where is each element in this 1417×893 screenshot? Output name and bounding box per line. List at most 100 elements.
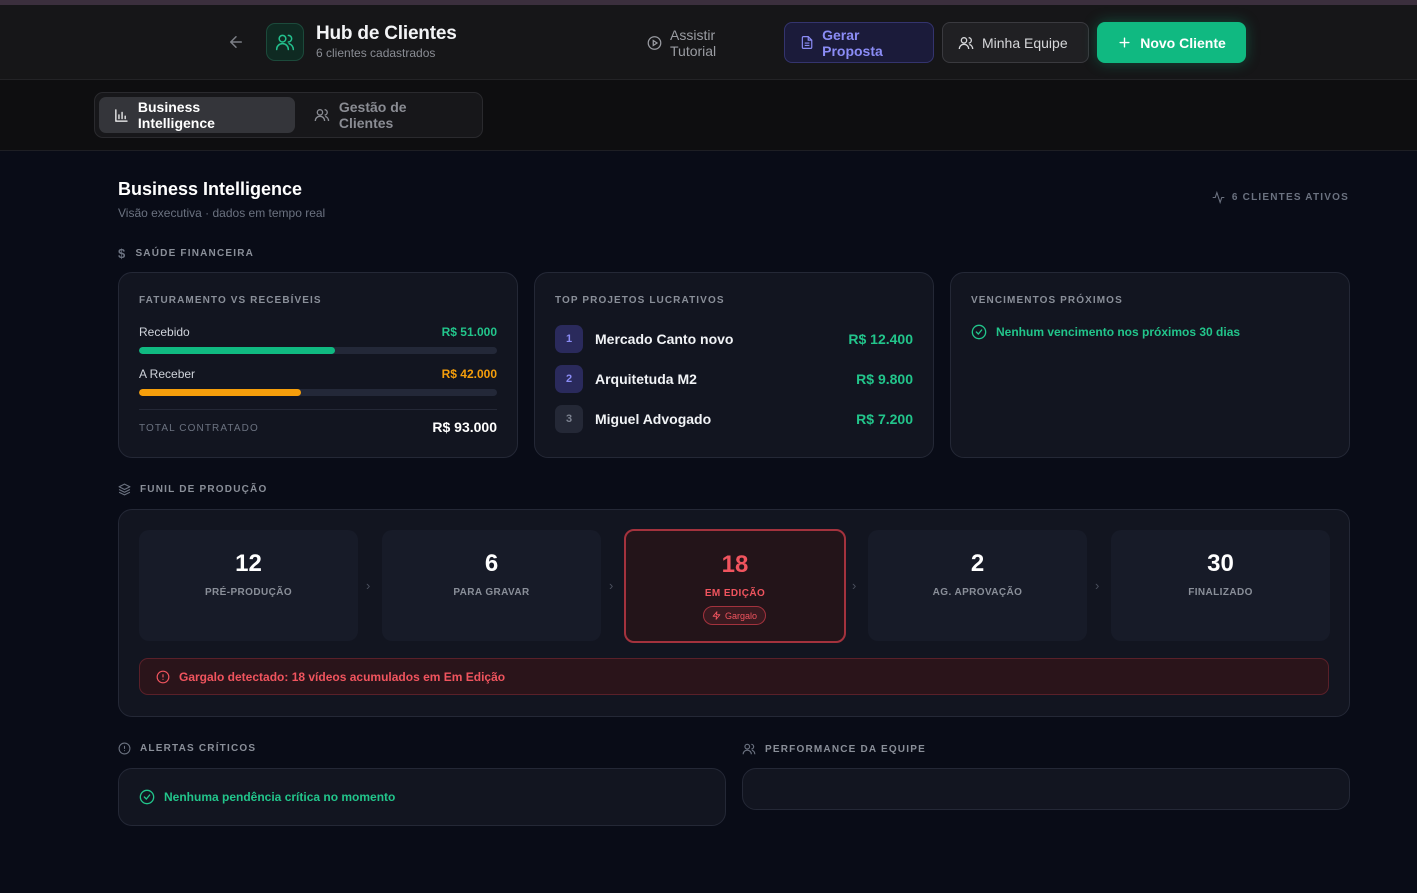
- project-value: R$ 7.200: [856, 411, 913, 427]
- tab-bar: Business Intelligence Gestão de Clientes: [0, 80, 1417, 151]
- stage-label: PRÉ-PRODUÇÃO: [204, 587, 293, 598]
- bottleneck-alert-text: Gargalo detectado: 18 vídeos acumulados …: [179, 669, 506, 684]
- received-label: Recebido: [139, 325, 190, 339]
- page-subtitle: 6 clientes cadastrados: [316, 46, 436, 60]
- stage-count: 2: [970, 550, 985, 577]
- rank-badge: 3: [555, 405, 583, 433]
- stage-count: 6: [484, 550, 499, 577]
- funnel-stage-finished[interactable]: 30 FINALIZADO: [1111, 530, 1330, 641]
- new-client-label: Novo Cliente: [1140, 34, 1226, 51]
- section-title: Business Intelligence: [118, 179, 303, 199]
- active-clients-label: 6 CLIENTES ATIVOS: [1231, 192, 1349, 203]
- stage-count: 12: [235, 550, 262, 577]
- production-funnel-label: FUNIL DE PRODUÇÃO: [140, 484, 268, 495]
- funnel-stage-to-record[interactable]: 6 PARA GRAVAR: [382, 530, 601, 641]
- section-subtitle: Visão executiva · dados em tempo real: [118, 206, 326, 220]
- tab-business-intelligence[interactable]: Business Intelligence: [99, 97, 295, 133]
- team-performance-label: PERFORMANCE DA EQUIPE: [765, 743, 926, 755]
- stage-count: 30: [1207, 550, 1234, 577]
- project-value: R$ 9.800: [856, 371, 913, 387]
- chevron-right-icon: ›: [609, 578, 614, 593]
- stage-label: EM EDIÇÃO: [704, 588, 766, 599]
- no-due-text: Nenhum vencimento nos próximos 30 dias: [996, 325, 1241, 339]
- list-item[interactable]: 1 Mercado Canto novo R$ 12.400: [555, 325, 913, 353]
- tab-business-intelligence-label: Business Intelligence: [137, 99, 215, 131]
- no-critical-text: Nenhuma pendência crítica no momento: [164, 790, 396, 804]
- chevron-right-icon: ›: [852, 578, 857, 593]
- financial-health-label: SAÚDE FINANCEIRA: [135, 248, 255, 259]
- check-circle-icon: [139, 789, 155, 805]
- top-projects-card: TOP PROJETOS LUCRATIVOS 1 Mercado Canto …: [534, 272, 934, 458]
- list-item[interactable]: 2 Arquitetuda M2 R$ 9.800: [555, 365, 913, 393]
- received-value: R$ 51.000: [441, 325, 497, 339]
- project-name: Mercado Canto novo: [595, 331, 734, 347]
- alert-circle-icon: [118, 742, 131, 755]
- tab-client-management-label: Gestão de Clientes: [338, 99, 407, 131]
- receivable-label: A Receber: [139, 367, 196, 381]
- total-contracted-value: R$ 93.000: [432, 419, 497, 435]
- received-bar-track: [139, 347, 497, 354]
- billing-card-title: FATURAMENTO VS RECEBÍVEIS: [139, 295, 322, 306]
- production-funnel-card: 12 PRÉ-PRODUÇÃO › 6 PARA GRAVAR › 18 EM …: [118, 509, 1350, 717]
- tab-client-management[interactable]: Gestão de Clientes: [299, 97, 479, 133]
- zap-icon: [712, 611, 721, 620]
- no-due-message: Nenhum vencimento nos próximos 30 dias: [971, 324, 1240, 340]
- list-item[interactable]: 3 Miguel Advogado R$ 7.200: [555, 405, 913, 433]
- team-performance-heading: PERFORMANCE DA EQUIPE: [742, 742, 926, 756]
- funnel-stage-pre-production[interactable]: 12 PRÉ-PRODUÇÃO: [139, 530, 358, 641]
- funnel-stage-editing[interactable]: 18 EM EDIÇÃO Gargalo: [624, 529, 846, 643]
- critical-alerts-heading: ALERTAS CRÍTICOS: [118, 742, 256, 755]
- generate-proposal-label: Gerar Proposta: [822, 26, 883, 59]
- check-circle-icon: [971, 324, 987, 340]
- my-team-button[interactable]: Minha Equipe: [942, 22, 1089, 63]
- stage-label: AG. APROVAÇÃO: [932, 587, 1023, 598]
- received-bar-fill: [139, 347, 336, 354]
- active-clients-indicator: 6 CLIENTES ATIVOS: [1212, 191, 1349, 204]
- critical-alerts-label: ALERTAS CRÍTICOS: [140, 743, 257, 754]
- app-header: Hub de Clientes 6 clientes cadastrados A…: [0, 5, 1417, 80]
- funnel-stage-awaiting-approval[interactable]: 2 AG. APROVAÇÃO: [868, 530, 1087, 641]
- new-client-button[interactable]: Novo Cliente: [1097, 22, 1246, 63]
- stage-count: 18: [721, 551, 749, 578]
- upcoming-due-card: VENCIMENTOS PRÓXIMOS Nenhum vencimento n…: [950, 272, 1350, 458]
- top-projects-title: TOP PROJETOS LUCRATIVOS: [555, 295, 725, 306]
- upcoming-due-title: VENCIMENTOS PRÓXIMOS: [971, 295, 1123, 306]
- rank-badge: 1: [555, 325, 583, 353]
- bottleneck-badge: Gargalo: [703, 606, 767, 625]
- no-critical-message: Nenhuma pendência crítica no momento: [139, 789, 395, 805]
- back-arrow-icon[interactable]: [225, 31, 247, 53]
- play-circle-icon: [647, 35, 662, 50]
- layers-icon: [118, 483, 131, 496]
- chevron-right-icon: ›: [366, 578, 371, 593]
- users-icon: [742, 743, 756, 755]
- project-value: R$ 12.400: [848, 331, 913, 347]
- divider: [139, 409, 497, 410]
- chevron-right-icon: ›: [1095, 578, 1100, 593]
- users-icon: [314, 109, 330, 122]
- rank-badge: 2: [555, 365, 583, 393]
- alert-circle-icon: [156, 670, 170, 683]
- production-funnel-heading: FUNIL DE PRODUÇÃO: [118, 483, 267, 496]
- tab-group: Business Intelligence Gestão de Clientes: [94, 92, 483, 138]
- receivable-bar-track: [139, 389, 497, 396]
- stage-label: PARA GRAVAR: [453, 587, 530, 598]
- document-icon: [801, 36, 813, 49]
- bar-chart-icon: [115, 108, 128, 122]
- watch-tutorial-button[interactable]: Assistir Tutorial: [632, 22, 774, 63]
- my-team-label: Minha Equipe: [982, 34, 1068, 51]
- plus-icon: [1119, 37, 1130, 48]
- users-logo-icon: [266, 23, 304, 61]
- users-icon: [958, 36, 974, 49]
- generate-proposal-button[interactable]: Gerar Proposta: [784, 22, 934, 63]
- watch-tutorial-label: Assistir Tutorial: [670, 26, 717, 59]
- page-title: Hub de Clientes: [316, 23, 457, 44]
- project-name: Arquitetuda M2: [595, 371, 697, 387]
- receivable-value: R$ 42.000: [441, 367, 497, 381]
- dollar-icon: $: [118, 246, 127, 261]
- billing-card: FATURAMENTO VS RECEBÍVEIS Recebido R$ 51…: [118, 272, 518, 458]
- project-name: Miguel Advogado: [595, 411, 712, 427]
- bottleneck-alert: Gargalo detectado: 18 vídeos acumulados …: [139, 658, 1329, 695]
- bottleneck-badge-label: Gargalo: [725, 610, 758, 621]
- stage-label: FINALIZADO: [1188, 587, 1253, 598]
- receivable-bar-fill: [139, 389, 301, 396]
